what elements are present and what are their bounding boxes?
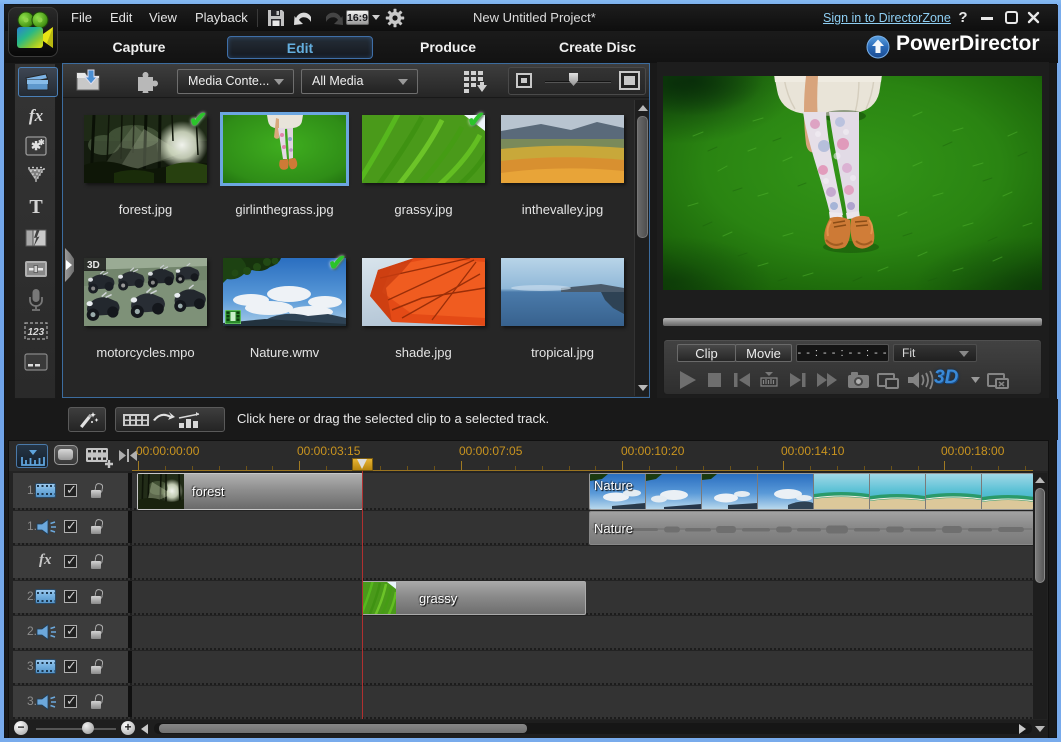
svg-text:3D: 3D xyxy=(87,260,100,271)
svg-text:✱: ✱ xyxy=(38,138,45,147)
svg-text:123: 123 xyxy=(28,327,45,338)
